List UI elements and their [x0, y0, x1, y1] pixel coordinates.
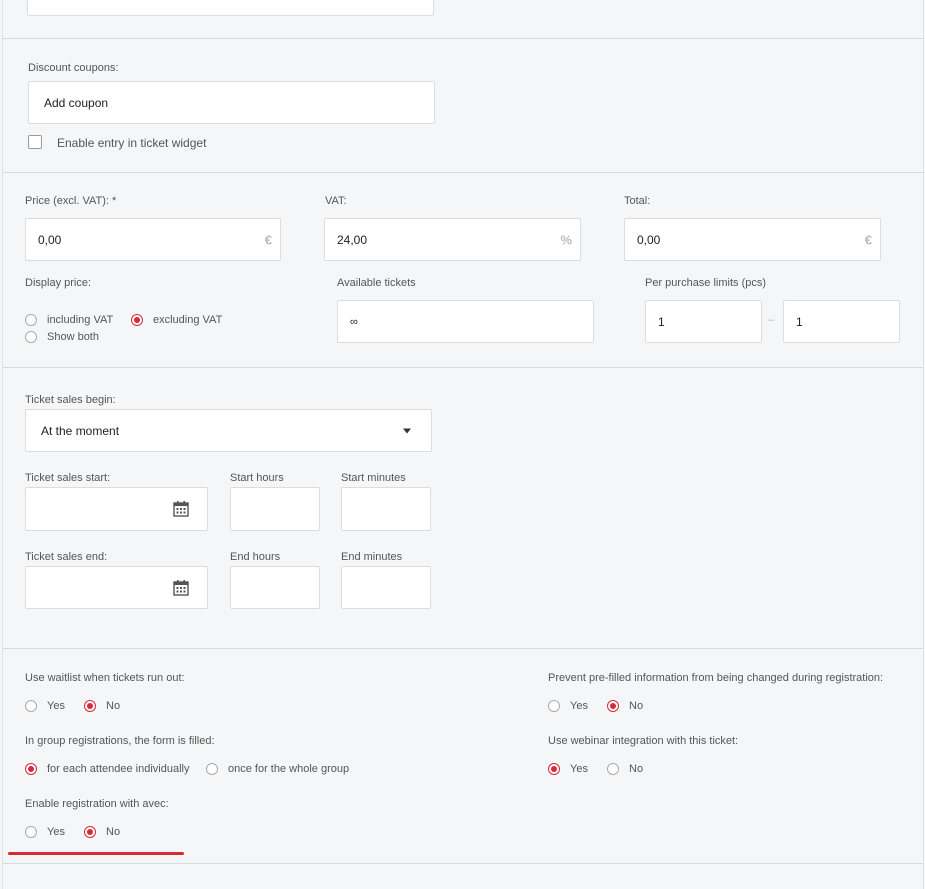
radio-label: No [106, 826, 121, 838]
end-hours-input[interactable] [230, 566, 320, 609]
price-input[interactable]: 0,00 € [25, 218, 281, 261]
avec-yes-radio[interactable]: Yes [25, 826, 65, 838]
group-whole-radio[interactable]: once for the whole group [206, 763, 349, 775]
total-input[interactable]: 0,00 € [624, 218, 881, 261]
divider-4 [2, 648, 923, 649]
available-tickets-label: Available tickets [337, 277, 416, 289]
available-tickets-value: ∞ [350, 315, 358, 328]
radio-dot [131, 314, 143, 326]
divider-5 [2, 863, 923, 864]
prefill-no-radio[interactable]: No [607, 700, 643, 712]
radio-dot [25, 700, 37, 712]
start-minutes-input[interactable] [341, 487, 431, 531]
percent-icon: % [560, 232, 572, 247]
divider-1 [2, 38, 923, 39]
sales-end-label: Ticket sales end: [25, 551, 108, 563]
waitlist-yes-radio[interactable]: Yes [25, 700, 65, 712]
euro-icon: € [264, 232, 272, 247]
sales-begin-select[interactable]: At the moment [25, 409, 432, 452]
purchase-limits-label: Per purchase limits (pcs) [645, 277, 767, 289]
limit-max-value: 1 [796, 314, 803, 329]
chevron-down-icon [403, 428, 411, 433]
waitlist-label: Use waitlist when tickets run out: [25, 672, 185, 684]
display-including-vat-radio[interactable]: including VAT [25, 314, 113, 326]
enable-entry-label: Enable entry in ticket widget [57, 136, 207, 150]
radio-dot [25, 763, 37, 775]
radio-label: Yes [570, 763, 588, 775]
prefill-yes-radio[interactable]: Yes [548, 700, 588, 712]
radio-label: Yes [47, 826, 65, 838]
add-coupon-button[interactable]: Add coupon [28, 81, 435, 124]
radio-dot [25, 331, 37, 343]
euro-icon: € [864, 232, 872, 247]
webinar-yes-radio[interactable]: Yes [548, 763, 588, 775]
end-minutes-label: End minutes [341, 551, 403, 563]
webinar-label: Use webinar integration with this ticket… [548, 735, 739, 747]
limit-separator: – [768, 314, 775, 326]
radio-label: No [106, 700, 121, 712]
radio-dot [548, 700, 560, 712]
display-show-both-radio[interactable]: Show both [25, 331, 99, 343]
calendar-icon[interactable] [173, 579, 189, 596]
radio-dot [84, 700, 96, 712]
radio-label: Yes [570, 700, 588, 712]
sales-start-date-input[interactable] [25, 487, 208, 531]
radio-dot [206, 763, 218, 775]
calendar-icon[interactable] [173, 501, 189, 517]
avec-label: Enable registration with avec: [25, 798, 169, 810]
radio-label: No [629, 700, 644, 712]
radio-label: excluding VAT [153, 314, 223, 326]
end-hours-label: End hours [230, 551, 281, 563]
sales-begin-label: Ticket sales begin: [25, 394, 116, 406]
radio-label: for each attendee individually [47, 763, 190, 775]
radio-dot [607, 763, 619, 775]
limit-min-input[interactable]: 1 [645, 300, 762, 343]
avec-no-radio[interactable]: No [84, 826, 120, 838]
sales-start-label: Ticket sales start: [25, 472, 111, 484]
start-hours-label: Start hours [230, 472, 284, 484]
end-minutes-input[interactable] [341, 566, 431, 609]
enable-entry-checkbox[interactable] [28, 135, 42, 149]
total-value: 0,00 [637, 232, 661, 247]
divider-3 [2, 367, 923, 368]
waitlist-no-radio[interactable]: No [84, 700, 120, 712]
radio-label: Show both [47, 331, 99, 343]
sales-begin-value: At the moment [41, 423, 120, 438]
add-coupon-label: Add coupon [44, 95, 109, 110]
divider-2 [2, 172, 923, 173]
radio-label: Yes [47, 700, 65, 712]
radio-label: including VAT [47, 314, 114, 326]
prefill-label: Prevent pre-filled information from bein… [548, 672, 884, 684]
total-label: Total: [624, 195, 651, 207]
display-excluding-vat-radio[interactable]: excluding VAT [131, 314, 222, 326]
vat-label: VAT: [325, 195, 347, 207]
vat-input[interactable]: 24,00 % [324, 218, 581, 261]
start-hours-input[interactable] [230, 487, 320, 531]
discount-coupons-label: Discount coupons: [28, 62, 119, 74]
radio-dot [25, 314, 37, 326]
radio-dot [607, 700, 619, 712]
webinar-no-radio[interactable]: No [607, 763, 643, 775]
radio-label: No [629, 763, 644, 775]
start-minutes-label: Start minutes [341, 472, 406, 484]
display-price-label: Display price: [25, 277, 92, 289]
price-label: Price (excl. VAT): * [25, 195, 117, 207]
radio-dot [548, 763, 560, 775]
limit-max-input[interactable]: 1 [783, 300, 900, 343]
sales-end-date-input[interactable] [25, 566, 208, 609]
highlight-underline [8, 852, 184, 855]
limit-min-value: 1 [658, 314, 665, 329]
radio-dot [25, 826, 37, 838]
radio-label: once for the whole group [228, 763, 350, 775]
group-individual-radio[interactable]: for each attendee individually [25, 763, 189, 775]
vat-value: 24,00 [337, 232, 368, 247]
price-value: 0,00 [38, 232, 62, 247]
available-tickets-input[interactable]: ∞ [337, 300, 594, 343]
group-form-label: In group registrations, the form is fill… [25, 735, 215, 747]
radio-dot [84, 826, 96, 838]
top-input[interactable] [27, 0, 434, 16]
